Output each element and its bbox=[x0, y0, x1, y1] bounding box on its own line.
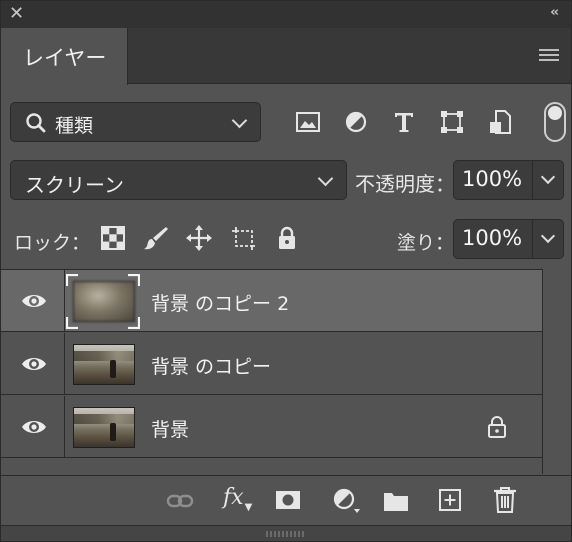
chevron-down-icon bbox=[540, 228, 556, 244]
close-icon[interactable]: ✕ bbox=[9, 5, 27, 23]
new-group-folder-icon[interactable] bbox=[383, 490, 409, 512]
tab-layers[interactable]: レイヤー bbox=[1, 28, 128, 85]
artboard-lock-icon[interactable] bbox=[230, 225, 256, 251]
layers-list: 背景 のコピー 2 背景 のコピー 背景 bbox=[1, 269, 542, 474]
layer-name[interactable]: 背景 のコピー 2 bbox=[151, 289, 289, 316]
opacity-dropdown-button[interactable] bbox=[532, 160, 564, 200]
fill-input[interactable]: 100% bbox=[453, 219, 533, 259]
panel-menu-icon[interactable] bbox=[539, 49, 559, 63]
lock-all-icon[interactable] bbox=[274, 225, 300, 251]
lock-icon[interactable] bbox=[487, 416, 507, 438]
layer-row[interactable]: 背景 のコピー 2 bbox=[1, 270, 542, 332]
fx-label: fx bbox=[223, 485, 244, 510]
visibility-cell bbox=[1, 396, 65, 458]
layer-thumbnail[interactable] bbox=[73, 407, 135, 448]
layer-name[interactable]: 背景 のコピー bbox=[151, 352, 271, 379]
opacity-label: 不透明度： bbox=[355, 172, 455, 196]
fill-label: 塗り： bbox=[397, 232, 455, 254]
eye-icon[interactable] bbox=[21, 418, 47, 436]
type-filter-icon[interactable] bbox=[390, 108, 418, 136]
adjustment-layer-icon[interactable] bbox=[332, 487, 362, 515]
layer-thumbnail[interactable] bbox=[73, 344, 135, 385]
blend-mode-select[interactable]: スクリーン bbox=[10, 160, 347, 200]
layers-scrollbar[interactable] bbox=[542, 269, 571, 474]
opacity-input[interactable]: 100% bbox=[453, 160, 533, 200]
layer-style-fx-button[interactable]: fx▼ bbox=[223, 485, 253, 513]
add-mask-icon[interactable] bbox=[275, 490, 301, 510]
link-layers-icon[interactable] bbox=[166, 491, 194, 511]
visibility-cell bbox=[1, 333, 65, 395]
layers-bottom-toolbar: fx▼ bbox=[1, 475, 571, 525]
chevron-down-icon bbox=[540, 169, 556, 185]
move-arrows-icon[interactable] bbox=[186, 225, 212, 251]
layer-row[interactable]: 背景 のコピー bbox=[1, 333, 542, 395]
search-icon bbox=[26, 113, 46, 133]
new-layer-icon[interactable] bbox=[438, 488, 462, 512]
image-filter-icon[interactable] bbox=[294, 108, 322, 136]
layer-row[interactable]: 背景 bbox=[1, 396, 542, 458]
smart-object-filter-icon[interactable] bbox=[486, 108, 514, 136]
panel-title-bar: ✕ ‹‹ bbox=[1, 1, 571, 28]
dropdown-triangle-icon: ▼ bbox=[244, 502, 253, 513]
filter-kind-label: 種類 bbox=[55, 115, 94, 137]
eye-icon[interactable] bbox=[21, 292, 47, 310]
layers-panel: ✕ ‹‹ レイヤー 種類 スクリーン 不透明度： 100% ロック： 塗り： 1… bbox=[0, 0, 572, 542]
brush-icon[interactable] bbox=[143, 225, 169, 251]
collapse-panel-icon[interactable]: ‹‹ bbox=[550, 5, 559, 20]
tab-bar: レイヤー bbox=[1, 28, 571, 85]
shape-filter-icon[interactable] bbox=[438, 108, 466, 136]
filter-toggle-switch[interactable] bbox=[544, 102, 566, 142]
lock-label: ロック： bbox=[14, 232, 91, 254]
resize-grip[interactable] bbox=[1, 525, 571, 541]
eye-icon[interactable] bbox=[21, 355, 47, 373]
adjustment-filter-icon[interactable] bbox=[342, 108, 370, 136]
layer-name[interactable]: 背景 bbox=[151, 415, 189, 442]
selected-thumbnail-frame bbox=[66, 274, 140, 329]
lock-transparent-pixels-icon[interactable] bbox=[100, 225, 126, 251]
filter-kind-select[interactable]: 種類 bbox=[10, 102, 261, 142]
blend-mode-value: スクリーン bbox=[25, 173, 124, 197]
visibility-cell bbox=[1, 270, 65, 332]
trash-icon[interactable] bbox=[493, 487, 517, 513]
fill-dropdown-button[interactable] bbox=[532, 219, 564, 259]
chevron-down-icon bbox=[317, 170, 334, 187]
chevron-down-icon bbox=[231, 112, 248, 129]
